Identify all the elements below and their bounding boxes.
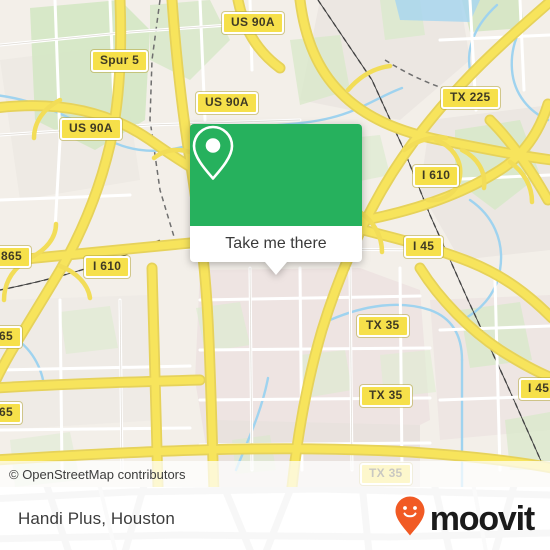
osm-attribution-text: © OpenStreetMap contributors [9, 466, 186, 482]
highway-shield[interactable]: US 90A [222, 12, 284, 34]
highway-shield[interactable]: I 45 [404, 236, 444, 258]
card-action-bar[interactable]: Take me there [190, 226, 362, 275]
moovit-wordmark: moovit [429, 499, 535, 538]
highway-shield[interactable]: 65 [0, 326, 22, 348]
highway-shield[interactable]: I 610 [84, 256, 131, 278]
highway-shield[interactable]: 865 [0, 246, 31, 268]
place-name-text: Handi Plus, Houston [18, 508, 175, 528]
take-me-there-label: Take me there [225, 235, 327, 252]
moovit-smiley-pin-icon [394, 495, 426, 542]
highway-shield[interactable]: 65 [0, 402, 22, 424]
highway-shield[interactable]: TX 225 [441, 87, 500, 109]
moovit-brand[interactable]: moovit [394, 487, 535, 550]
osm-attribution[interactable]: © OpenStreetMap contributors [0, 461, 550, 487]
highway-shield[interactable]: US 90A [60, 118, 122, 140]
map-canvas[interactable]: US 90A Spur 5 US 90A TX 225 US 90A I 610… [0, 0, 550, 487]
highway-shield[interactable]: TX 35 [360, 385, 412, 407]
highway-shield[interactable]: I 45 [519, 378, 550, 400]
highway-shield[interactable]: I 610 [413, 165, 460, 187]
place-name: Handi Plus, Houston [18, 487, 175, 550]
highway-shield[interactable]: US 90A [196, 92, 258, 114]
highway-shield[interactable]: TX 35 [357, 315, 409, 337]
card-pin-area [190, 124, 362, 226]
footer-bar: Handi Plus, Houston moovit [0, 487, 550, 550]
card-pointer-tail [265, 262, 287, 275]
moovit-map-screenshot: US 90A Spur 5 US 90A TX 225 US 90A I 610… [0, 0, 550, 550]
highway-shield[interactable]: Spur 5 [91, 50, 149, 72]
take-me-there-card[interactable]: Take me there [190, 124, 362, 275]
